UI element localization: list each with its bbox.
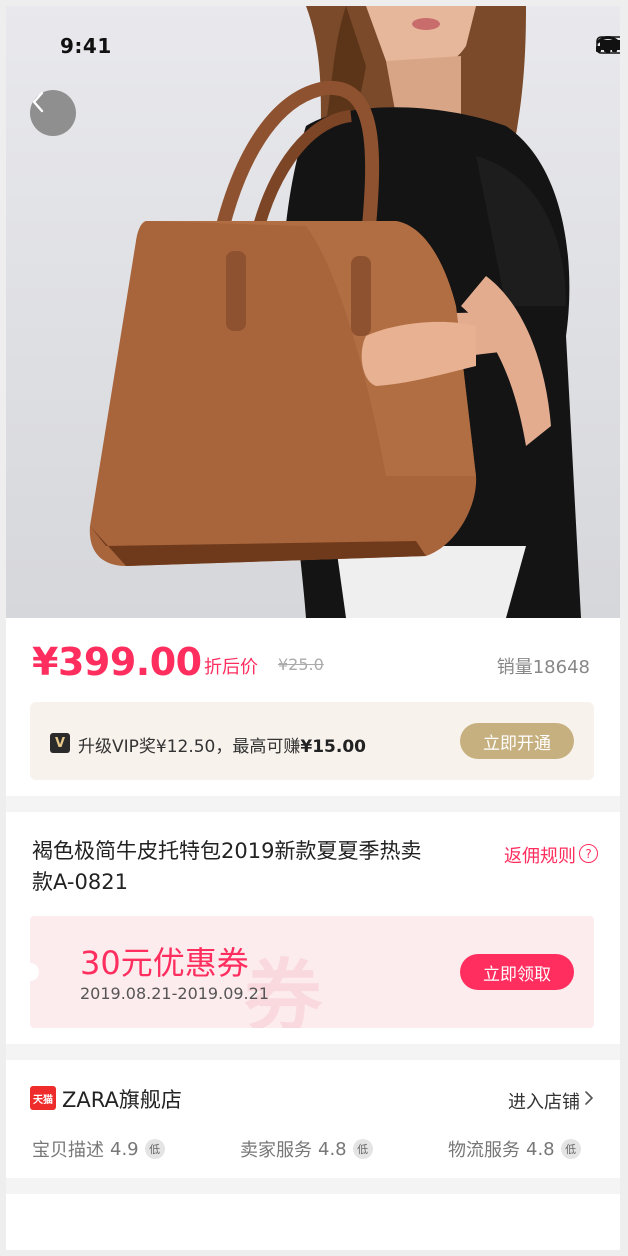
discount-price-tag: 折后价 [204,657,258,678]
vip-reward-prefix: 升级VIP奖¥12.50，最高可赚 [78,737,301,757]
coupon-valid-dates: 2019.08.21-2019.09.21 [80,984,269,1003]
sales-count: 销量18648 [496,657,590,678]
claim-coupon-button[interactable]: 立即领取 [460,954,574,990]
product-detail-page: 9:41 ¥399.00 折后价 ¥25.0 销量18648 V 升级VIP奖¥… [6,6,620,1250]
back-arrow-icon [32,91,44,113]
vip-upgrade-bar: V 升级VIP奖¥12.50，最高可赚¥15.00 立即开通 [30,702,594,780]
activate-vip-button[interactable]: 立即开通 [460,723,574,759]
back-button[interactable] [30,90,76,136]
title-coupon-card: 褐色极简牛皮托特包2019新款夏夏季热卖款A-0821 返佣规则 ? 券 30元… [6,812,620,1044]
rating-level-badge: 低 [352,1139,373,1159]
rating-service: 卖家服务 4.8 低 [240,1136,373,1162]
current-price: ¥399.00 [32,640,202,684]
rating-level-badge: 低 [144,1139,165,1159]
enter-store-link[interactable]: 进入店铺 [508,1088,580,1114]
rating-label: 卖家服务 [240,1140,312,1161]
tmall-logo-icon: 天猫 [30,1086,56,1110]
coupon-scalloped-edge [588,916,594,1028]
chevron-right-icon[interactable] [582,1090,596,1106]
store-card: 天猫 ZARA旗舰店 进入店铺 宝贝描述 4.9 低 卖家服务 4.8 低 物流… [6,1060,620,1178]
status-time: 9:41 [60,34,112,58]
next-section-card [6,1194,620,1250]
rating-score: 4.8 [318,1138,347,1160]
product-photo-illustration [89,6,581,618]
vip-badge-icon: V [50,733,70,753]
store-name: ZARA旗舰店 [62,1088,182,1112]
rating-level-badge: 低 [560,1139,581,1159]
coupon-amount: 30元优惠券 [80,944,249,982]
battery-icon [596,36,620,54]
coupon-notch [30,963,39,981]
price-card: ¥399.00 折后价 ¥25.0 销量18648 V 升级VIP奖¥12.50… [6,618,620,796]
vip-reward-text: 升级VIP奖¥12.50，最高可赚¥15.00 [78,732,366,757]
rating-score: 4.9 [110,1138,139,1160]
rating-description: 宝贝描述 4.9 低 [32,1136,165,1162]
product-title: 褐色极简牛皮托特包2019新款夏夏季热卖款A-0821 [32,839,422,894]
original-price: ¥25.0 [278,655,324,674]
coupon-card: 券 30元优惠券 2019.08.21-2019.09.21 立即领取 [30,916,594,1028]
rebate-rules-link[interactable]: 返佣规则 [504,842,576,868]
rating-label: 物流服务 [448,1140,520,1161]
vip-reward-amount: ¥15.00 [300,737,366,757]
rating-score: 4.8 [526,1138,555,1160]
product-hero-image: 9:41 [6,6,620,618]
question-icon[interactable]: ? [579,844,598,863]
rating-logistics: 物流服务 4.8 低 [448,1136,581,1162]
coupon-watermark: 券 [244,952,323,1028]
rating-label: 宝贝描述 [32,1140,104,1161]
